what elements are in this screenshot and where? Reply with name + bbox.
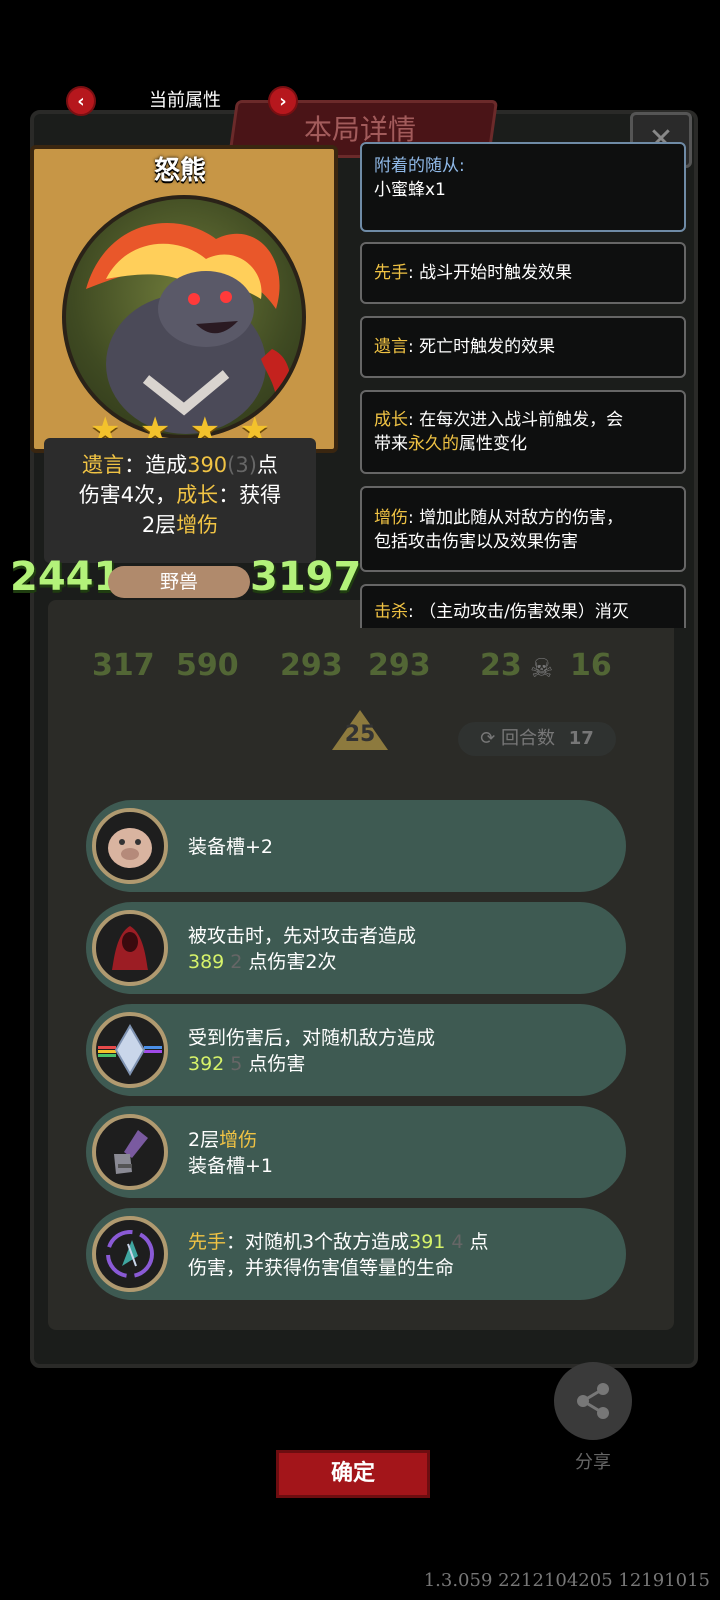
- next-button[interactable]: ›: [268, 86, 298, 116]
- item-text: 受到伤害后，对随机敌方造成 392 5 点伤害: [188, 1027, 436, 1075]
- arrow-value: 25: [344, 722, 376, 747]
- minion-attack: 23: [480, 648, 522, 683]
- card-description: 遗言：造成390(3)点 伤害4次，成长：获得 2层增伤: [78, 453, 282, 537]
- pig-mask-icon: [92, 808, 168, 884]
- card-name: 怒熊: [153, 156, 206, 186]
- refresh-icon: ⟳: [480, 728, 501, 749]
- minion-health: 293: [368, 648, 431, 683]
- keyword-deathrattle: 遗言: 死亡时触发的效果: [360, 316, 686, 378]
- keyword-kill: 击杀: （主动攻击/伤害效果）消灭: [360, 584, 686, 628]
- card-portrait: [62, 195, 306, 439]
- minion-health: 16: [570, 648, 612, 683]
- keyword-attached-minion: 附着的随从: 小蜜蜂x1: [360, 142, 686, 232]
- attack-value: 2441: [10, 554, 122, 600]
- item-text: 被攻击时，先对攻击者造成 389 2 点伤害2次: [188, 925, 417, 973]
- page-title: 当前属性: [149, 90, 221, 111]
- skull-icon: ☠: [530, 654, 554, 684]
- minion-attack: 293: [280, 648, 343, 683]
- bear-portrait-icon: [86, 223, 291, 434]
- keyword-growth: 成长: 在每次进入战斗前触发，会 带来永久的属性变化: [360, 390, 686, 474]
- keyword-first-strike: 先手: 战斗开始时触发效果: [360, 242, 686, 304]
- purple-vortex-icon: [92, 1216, 168, 1292]
- item-text: 2层增伤 装备槽+1: [188, 1129, 274, 1177]
- chevron-right-icon: ›: [279, 90, 287, 112]
- share-button[interactable]: [554, 1362, 632, 1440]
- chevron-left-icon: ‹: [77, 90, 85, 112]
- gauntlet-icon: [92, 1114, 168, 1190]
- round-counter: ⟳ 回合数 17: [458, 722, 616, 756]
- prev-button[interactable]: ‹: [66, 86, 96, 116]
- keyword-damage-boost: 增伤: 增加此随从对敌方的伤害， 包括攻击伤害以及效果伤害: [360, 486, 686, 572]
- tribe-label: 野兽: [108, 566, 250, 598]
- share-label: 分享: [575, 1452, 611, 1473]
- health-value: 3197: [250, 554, 362, 600]
- red-cloak-icon: [92, 910, 168, 986]
- minion-attack: 317: [92, 648, 155, 683]
- minion-health: 590: [176, 648, 239, 683]
- share-icon: [577, 1383, 609, 1419]
- item-text: 先手：对随机3个敌方造成391 4 点 伤害，并获得伤害值等量的生命: [188, 1231, 489, 1279]
- confirm-button[interactable]: 确定: [276, 1450, 430, 1498]
- prism-crystal-icon: [92, 1012, 168, 1088]
- item-text: 装备槽+2: [188, 836, 274, 858]
- version-label: 1.3.059 2212104205 12191015: [423, 1570, 710, 1591]
